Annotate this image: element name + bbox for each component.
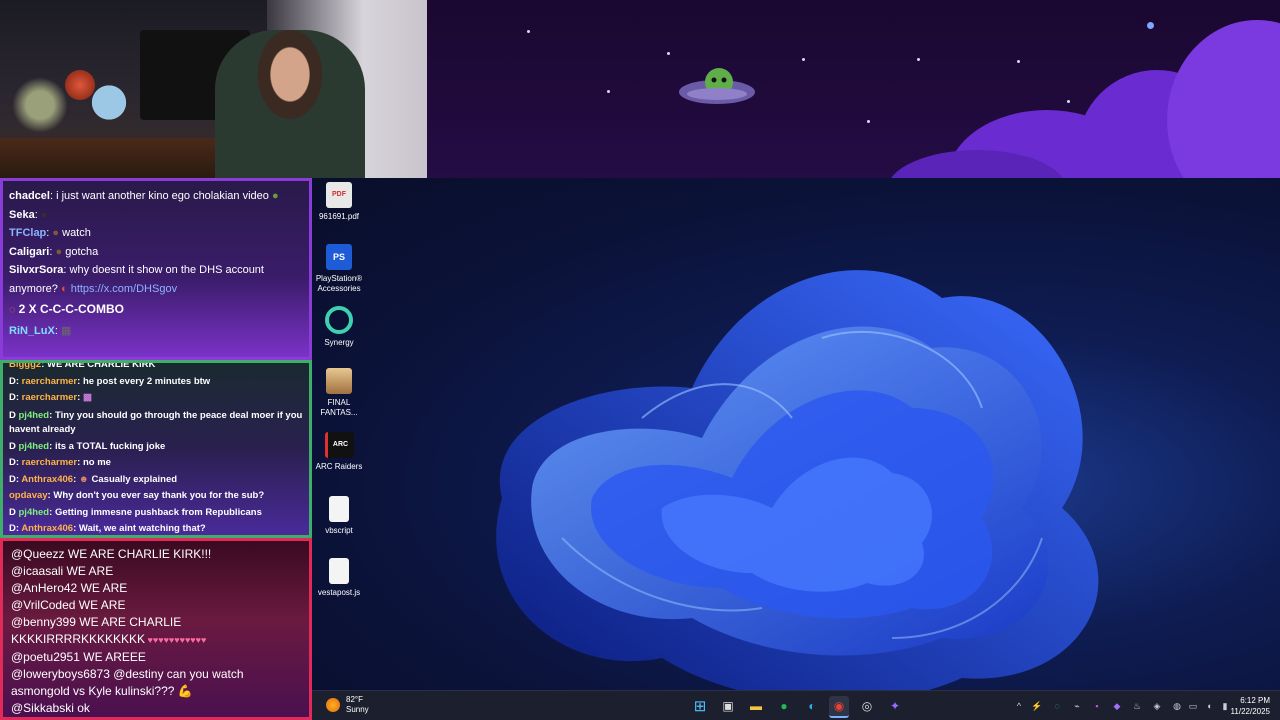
app-button[interactable]: ✦	[885, 696, 905, 716]
volume-icon[interactable]: ◖	[1202, 699, 1216, 713]
chat-message: SilvxrSora: why doesnt it show on the DH…	[9, 264, 264, 276]
chat-message: D pj4hed: its a TOTAL fucking joke	[9, 440, 166, 452]
chat-message: D pj4hed: Getting immesne pushback from …	[9, 506, 262, 518]
start-button[interactable]: ⊞	[690, 696, 710, 716]
steam-tray-icon[interactable]: ♨	[1130, 699, 1144, 713]
tray-app-3-icon[interactable]: ⌁	[1070, 699, 1084, 713]
desktop-icon-arc-raiders[interactable]: ARC ARC Raiders	[312, 432, 366, 472]
playstation-icon: PS	[326, 244, 352, 270]
desktop-icon-final-fantasy[interactable]: FINAL FANTAS...	[312, 368, 366, 418]
clock-date: 11/22/2025	[1230, 707, 1270, 716]
tray-app-5-icon[interactable]: ◆	[1110, 699, 1124, 713]
chat-message: D: raercharmer: no me	[9, 457, 111, 468]
chat-panel-middle: Biggg2: WE ARE CHARLIE KIRK D: raercharm…	[0, 360, 312, 538]
spotify-button[interactable]: ●	[774, 696, 794, 716]
chat-message: @VrilCoded WE ARE	[11, 598, 126, 612]
chrome-button[interactable]: ◉	[829, 696, 849, 718]
task-view-button[interactable]: ▣	[718, 696, 738, 716]
tray-app-4-icon[interactable]: ▪	[1090, 699, 1104, 713]
weather-icon	[326, 698, 340, 712]
chat-panel-top: chadcel: i just want another kino ego ch…	[0, 178, 312, 360]
chat-message: D: Anthrax406: Wait, we aint watching th…	[9, 523, 206, 534]
chat-message: @Queezz WE ARE CHARLIE KIRK!!!	[11, 547, 212, 561]
desktop-icon-vestapost[interactable]: vestapost.js	[312, 558, 366, 598]
desktop-icon-playstation-accessories[interactable]: PS PlayStation® Accessories	[312, 244, 366, 294]
streamer-figure	[215, 30, 365, 178]
system-clock[interactable]: 6:12 PM 11/22/2025	[1231, 695, 1270, 717]
tray-app-6-icon[interactable]: ◈	[1150, 699, 1164, 713]
obs-button[interactable]: ◎	[857, 696, 877, 716]
arc-raiders-icon: ARC	[324, 432, 354, 458]
tray-app-2-icon[interactable]: ◌	[1050, 699, 1064, 713]
edge-button[interactable]: ◐	[802, 696, 822, 716]
ufo-graphic	[679, 68, 755, 104]
network-icon[interactable]: ▭	[1186, 699, 1200, 713]
taskbar: 82°F Sunny ⊞ ▣ ▬ ● ◐ ◉ ◎ ✦ ^ ⚡ ◌ ⌁ ▪ ◆ ♨…	[312, 690, 1280, 720]
chat-message: @AnHero42 WE ARE	[11, 581, 128, 595]
desktop-icon-vbscript[interactable]: vbscript	[312, 496, 366, 536]
file-explorer-button[interactable]: ▬	[746, 696, 766, 716]
chat-link[interactable]: https://x.com/DHSgov	[71, 283, 177, 295]
chat-message: Biggg2: WE ARE CHARLIE KIRK	[9, 360, 156, 370]
chat-message: @Sikkabski ok	[11, 701, 90, 715]
chat-message: @icaasali WE ARE	[11, 564, 114, 578]
chat-message: RiN_LuX: ▦	[9, 324, 72, 337]
space-banner	[427, 0, 1280, 178]
file-icon	[329, 558, 349, 584]
chat-message: D: raercharmer: he post every 2 minutes …	[9, 375, 211, 387]
chat-message: Caligari: ● gotcha	[9, 245, 99, 258]
show-hidden-icons[interactable]: ^	[1012, 699, 1026, 713]
chat-message: TFClap: ● watch	[9, 227, 91, 239]
final-fantasy-icon	[326, 368, 352, 394]
clock-time: 6:12 PM	[1240, 696, 1270, 705]
file-icon	[329, 496, 349, 522]
chat-message: @benny399 WE ARE CHARLIE KKKKIRRRRKKKKKK…	[11, 615, 207, 646]
weather-desc: Sunny	[346, 705, 369, 714]
chat-message: D: raercharmer: ▩	[9, 392, 92, 403]
chat-message: D: Anthrax406: ☻ Casually explained	[9, 473, 178, 485]
chat-message: D pj4hed: Tiny you should go through the…	[9, 409, 303, 435]
chat-message: @poetu2951 WE AREEE	[11, 650, 146, 664]
chat-message: Seka: ●	[9, 208, 48, 221]
combo-line: ◌ 2 X C-C-C-COMBO	[9, 302, 124, 316]
tray-app-7-icon[interactable]: ◍	[1170, 699, 1184, 713]
tray-app-1-icon[interactable]: ⚡	[1030, 699, 1044, 713]
chat-message: opdavay: Why don't you ever say thank yo…	[9, 490, 265, 501]
chat-panel-bottom: @Queezz WE ARE CHARLIE KIRK!!! @icaasali…	[0, 538, 312, 720]
chat-message: chadcel: i just want another kino ego ch…	[9, 190, 279, 202]
chat-message: anymore? ◐ https://x.com/DHSgov	[9, 282, 178, 295]
desktop-icon-pdf[interactable]: PDF 961691.pdf	[312, 182, 366, 222]
desktop-wallpaper: PDF 961691.pdf PS PlayStation® Accessori…	[312, 178, 1280, 690]
desktop-icon-synergy[interactable]: Synergy	[312, 306, 366, 348]
pdf-file-icon: PDF	[326, 182, 352, 208]
chat-message: @loweryboys6873 @destiny can you watch a…	[11, 667, 244, 698]
synergy-icon	[325, 306, 353, 334]
weather-temp: 82°F	[346, 695, 363, 704]
windows-bloom-graphic	[496, 270, 1099, 690]
webcam-overlay	[0, 0, 427, 178]
weather-widget[interactable]: 82°F Sunny	[326, 695, 369, 715]
